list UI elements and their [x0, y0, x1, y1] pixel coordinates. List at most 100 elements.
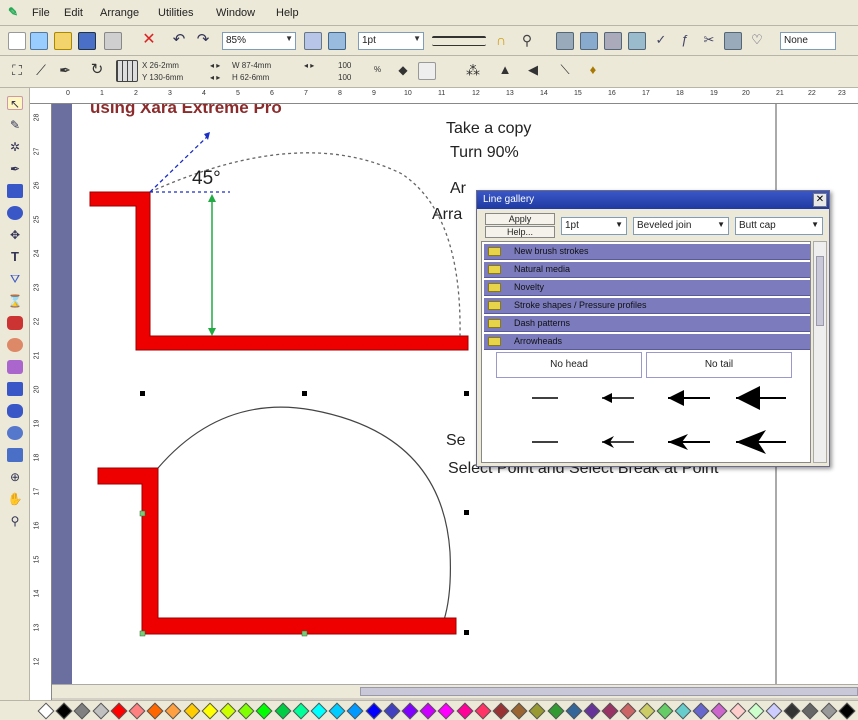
colour-swatch[interactable] — [92, 702, 110, 720]
ellipse-tool-icon[interactable] — [7, 206, 23, 220]
no-tail-button[interactable]: No tail — [646, 352, 792, 378]
line-width-scale-icon[interactable] — [418, 62, 436, 80]
vertical-ruler[interactable]: 28 27 26 25 24 23 22 21 20 19 18 17 16 1… — [30, 104, 52, 700]
redo-icon[interactable]: ↷ — [194, 32, 212, 50]
colour-swatch[interactable] — [146, 702, 164, 720]
blend-tool-icon[interactable] — [7, 316, 23, 330]
gallery-scrollbar[interactable] — [813, 241, 827, 463]
colour-swatch[interactable] — [783, 702, 801, 720]
colour-swatch[interactable] — [820, 702, 838, 720]
width-value[interactable]: W 87-4mm — [232, 61, 271, 70]
text-tool-icon[interactable]: T — [7, 250, 23, 264]
colour-swatch[interactable] — [838, 702, 856, 720]
colour-swatch[interactable] — [492, 702, 510, 720]
gallery-list[interactable]: New brush strokes Natural media Novelty … — [481, 241, 811, 463]
colour-swatch[interactable] — [328, 702, 346, 720]
zoom-tool-icon[interactable]: ⚲ — [7, 514, 23, 528]
red-l-shape-bottom[interactable] — [97, 467, 457, 635]
folder-natural-media[interactable]: Natural media — [484, 262, 810, 278]
horizontal-ruler[interactable]: 0 1 2 3 4 5 6 7 8 9 10 11 12 13 14 15 16… — [30, 88, 858, 104]
new-document-icon[interactable] — [8, 32, 26, 50]
flip-icon[interactable]: ⟍ — [556, 62, 574, 80]
colour-swatch[interactable] — [401, 702, 419, 720]
colour-swatch[interactable] — [601, 702, 619, 720]
colour-swatch[interactable] — [456, 702, 474, 720]
import-icon[interactable] — [104, 32, 122, 50]
colour-swatch[interactable] — [765, 702, 783, 720]
folder-novelty[interactable]: Novelty — [484, 280, 810, 296]
colour-swatch[interactable] — [419, 702, 437, 720]
transparency-tool-icon[interactable]: ⌛ — [7, 294, 23, 308]
colour-swatch[interactable] — [219, 702, 237, 720]
transform-handles-icon[interactable]: ⁂ — [464, 62, 482, 80]
gallery-title-bar[interactable]: Line gallery ✕ — [477, 191, 829, 209]
colour-swatch[interactable] — [619, 702, 637, 720]
menu-utilities[interactable]: Utilities — [158, 7, 193, 19]
arrow-large-icon[interactable] — [736, 386, 786, 410]
gallery-5-icon[interactable]: ✓ — [652, 32, 670, 50]
gallery-2-icon[interactable] — [580, 32, 598, 50]
apply-button[interactable]: Apply — [485, 213, 555, 225]
colour-swatch[interactable] — [274, 702, 292, 720]
close-icon[interactable]: ✕ — [813, 193, 827, 207]
quickshape-tool-icon[interactable]: ✥ — [7, 228, 23, 242]
app-icon[interactable]: ✎ — [8, 5, 24, 21]
colour-swatch[interactable] — [801, 702, 819, 720]
gallery-3-icon[interactable] — [604, 32, 622, 50]
colour-swatch[interactable] — [55, 702, 73, 720]
colour-swatch[interactable] — [710, 702, 728, 720]
colour-swatch[interactable] — [638, 702, 656, 720]
lock-aspect-icon[interactable]: ◆ — [394, 62, 412, 80]
gallery-6-icon[interactable]: ƒ — [676, 32, 694, 50]
folder-new-brush-strokes[interactable]: New brush strokes — [484, 244, 810, 260]
new-template-icon[interactable] — [30, 32, 48, 50]
gallery-4-icon[interactable] — [628, 32, 646, 50]
colour-swatch[interactable] — [73, 702, 91, 720]
colour-swatch[interactable] — [201, 702, 219, 720]
colour-swatch[interactable] — [255, 702, 273, 720]
colour-swatch[interactable] — [183, 702, 201, 720]
open-icon[interactable] — [54, 32, 72, 50]
shadow-tool-icon[interactable] — [7, 404, 23, 418]
rotate-handles-icon[interactable]: ⟋ — [32, 62, 50, 80]
contour-tool-icon[interactable] — [7, 360, 23, 374]
colour-swatch[interactable] — [747, 702, 765, 720]
colour-swatch[interactable] — [383, 702, 401, 720]
join-combo[interactable]: Beveled join ▼ — [633, 217, 729, 235]
colour-swatch[interactable] — [656, 702, 674, 720]
colour-swatch[interactable] — [37, 702, 55, 720]
colour-swatch[interactable] — [110, 702, 128, 720]
y-position-value[interactable]: Y 130-6mm — [142, 73, 183, 82]
colour-swatch[interactable] — [547, 702, 565, 720]
folder-dash-patterns[interactable]: Dash patterns — [484, 316, 810, 332]
menu-window[interactable]: Window — [216, 7, 255, 19]
colour-swatch[interactable] — [583, 702, 601, 720]
line-width-combo[interactable]: 1pt ▼ — [358, 32, 424, 50]
help-button[interactable]: Help... — [485, 226, 555, 238]
bevel-tool-icon[interactable] — [7, 382, 23, 396]
align-icon[interactable]: ♦ — [584, 62, 602, 80]
gallery-9-icon[interactable]: ♡ — [748, 32, 766, 50]
undo-icon[interactable]: ↶ — [170, 32, 188, 50]
bounds-handles-icon[interactable]: ⛶ — [8, 62, 26, 80]
colour-swatch[interactable] — [674, 702, 692, 720]
bring-front-icon[interactable]: ▲ — [496, 62, 514, 80]
gallery-8-icon[interactable] — [724, 32, 742, 50]
scroll-thumb[interactable] — [360, 687, 858, 696]
menu-edit[interactable]: Edit — [64, 7, 83, 19]
feather-tool-icon[interactable] — [7, 426, 23, 440]
colour-swatch[interactable] — [237, 702, 255, 720]
colour-swatch[interactable] — [729, 702, 747, 720]
line-style-icon[interactable] — [432, 36, 486, 46]
node-point[interactable] — [139, 510, 146, 517]
selection-handle[interactable] — [464, 510, 469, 515]
colour-swatch[interactable] — [164, 702, 182, 720]
gallery-7-icon[interactable]: ✂ — [700, 32, 718, 50]
selection-handle[interactable] — [464, 630, 469, 635]
zoom-combo[interactable]: 85% ▼ — [222, 32, 296, 50]
transparency-icon[interactable]: ∩ — [492, 32, 510, 50]
dropper-icon[interactable]: ✒ — [56, 62, 74, 80]
selection-handle[interactable] — [302, 391, 307, 396]
selection-handle[interactable] — [140, 391, 145, 396]
colour-swatch[interactable] — [346, 702, 364, 720]
